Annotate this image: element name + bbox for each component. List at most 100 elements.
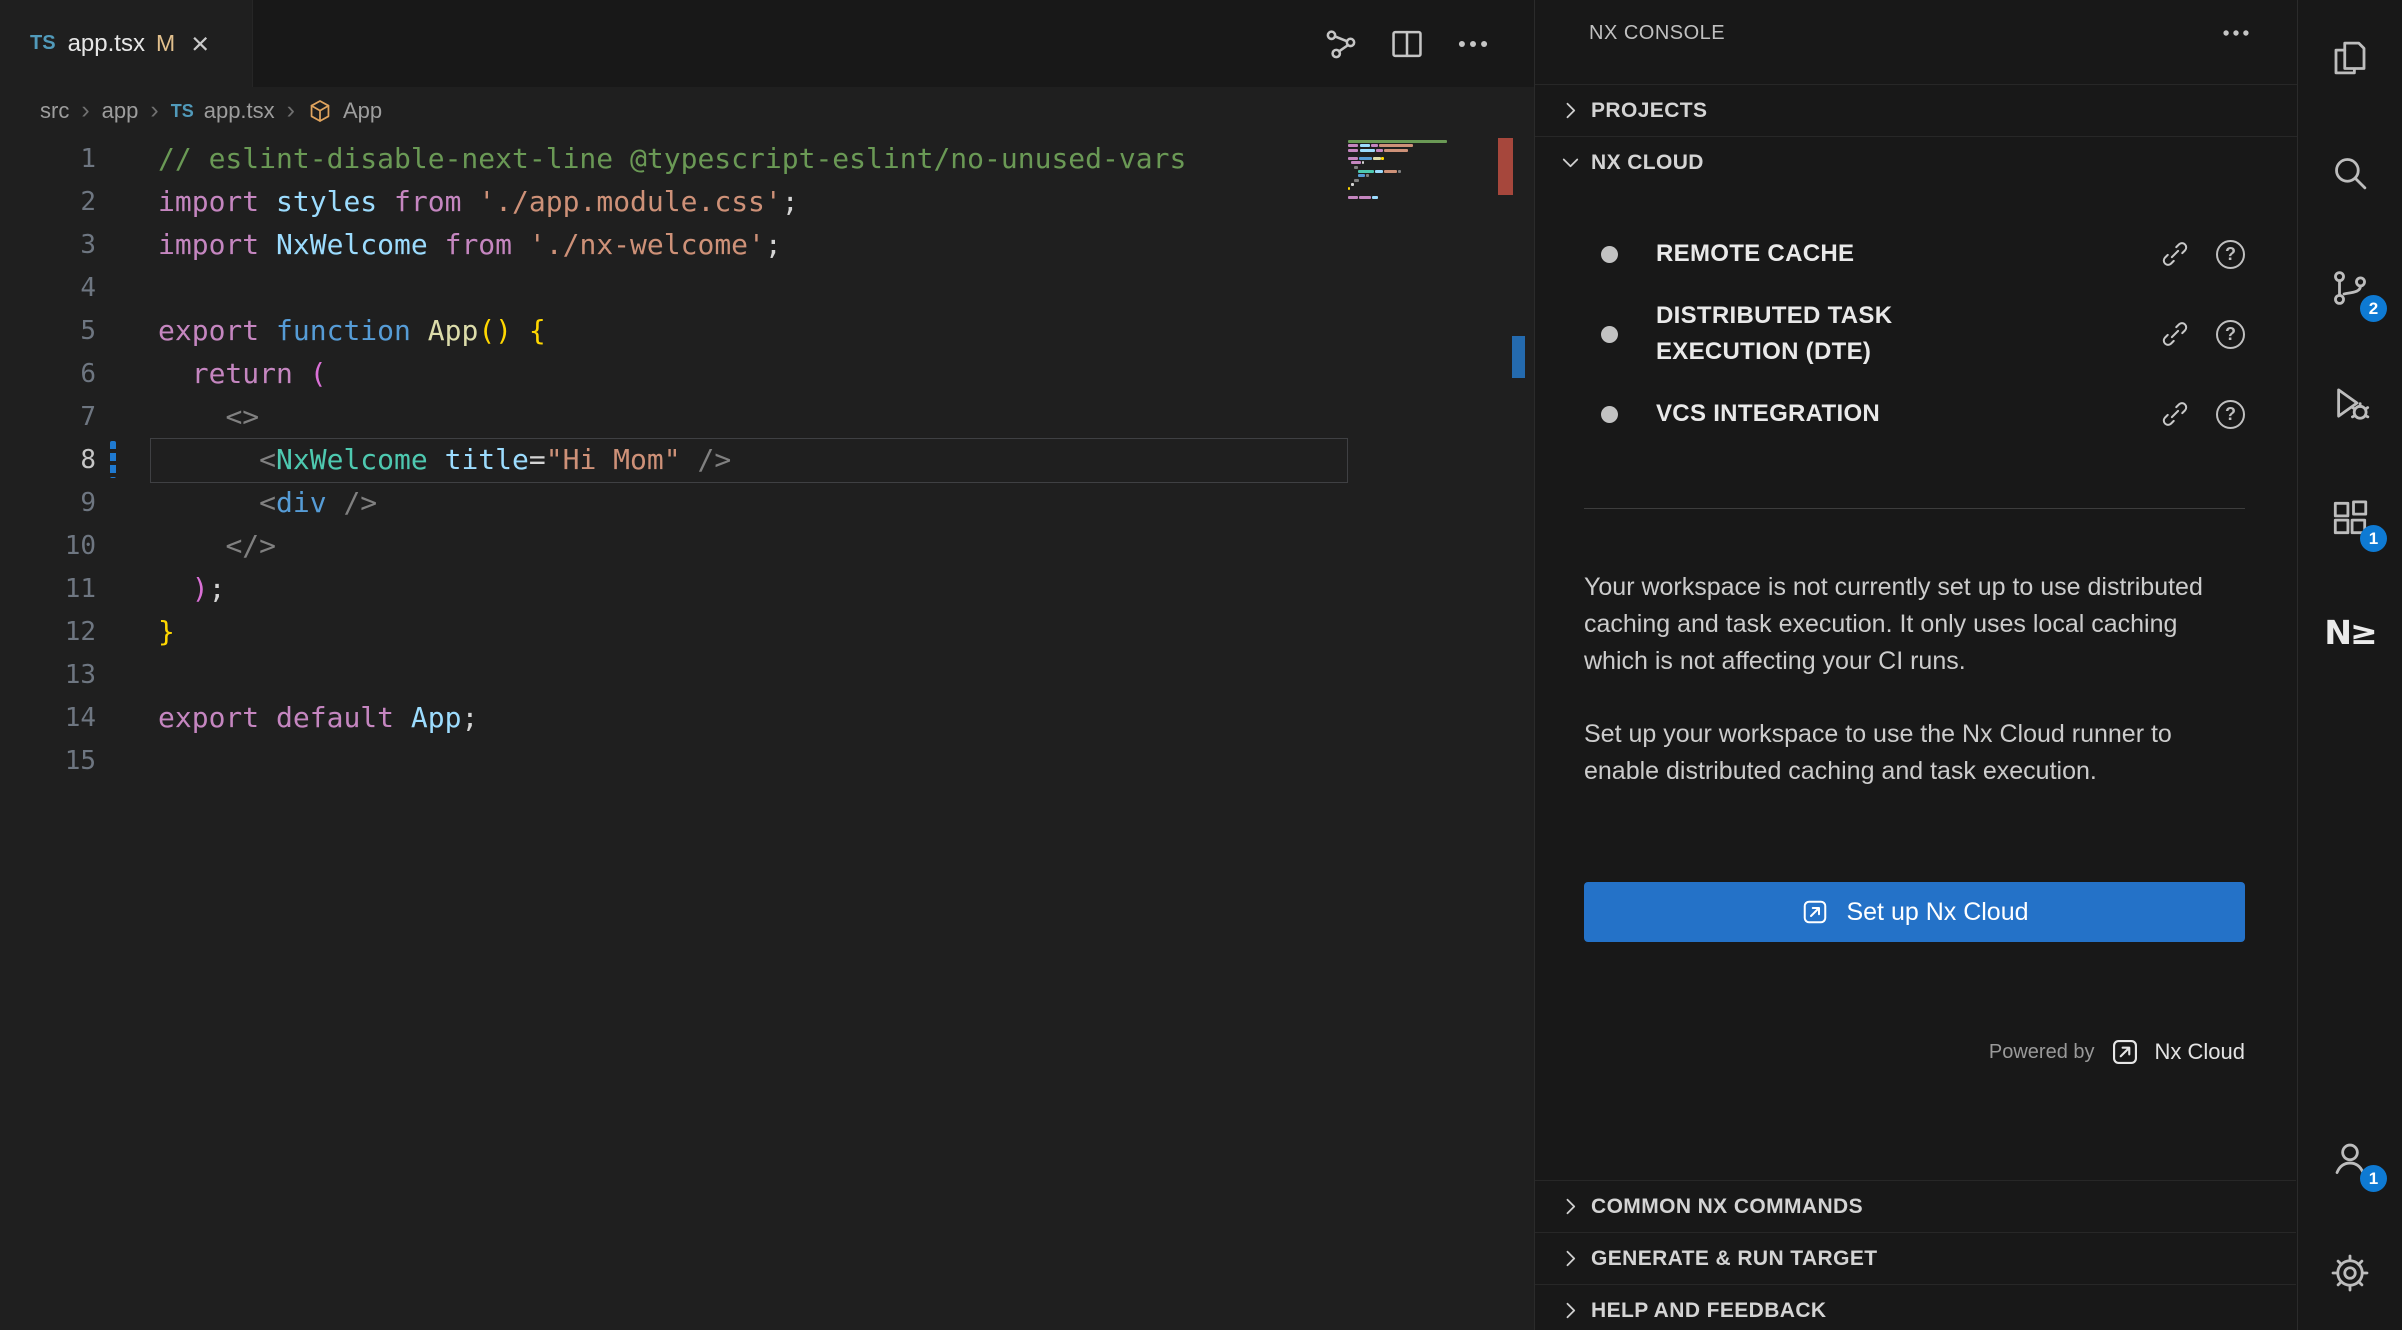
minimap-line [1348, 153, 1498, 156]
gutter [96, 352, 158, 395]
section-projects[interactable]: PROJECTS [1535, 84, 2297, 136]
breadcrumb-item-app-tsx[interactable]: TSapp.tsx [171, 98, 275, 124]
minimap-line [1348, 157, 1498, 160]
code-line-6[interactable]: 6 return ( [0, 352, 1534, 395]
line-number: 15 [0, 746, 96, 776]
breadcrumb-separator: › [150, 96, 158, 125]
section-label: NX CLOUD [1591, 151, 1704, 175]
code-line-10[interactable]: 10 </> [0, 524, 1534, 567]
section-label: GENERATE & RUN TARGET [1591, 1247, 1877, 1271]
section-help-and-feedback[interactable]: HELP AND FEEDBACK [1535, 1284, 2296, 1330]
breadcrumb: src›app›TSapp.tsx›App [0, 87, 1534, 135]
breadcrumb-item-app[interactable]: App [307, 98, 382, 124]
nx-cloud-brand[interactable]: Nx Cloud [2155, 1039, 2245, 1065]
code-area[interactable]: 1 // eslint-disable-next-line @typescript… [0, 135, 1534, 1330]
code-line-12[interactable]: 12} [0, 610, 1534, 653]
activity-item-source-control[interactable]: 2 [2298, 230, 2402, 345]
tab-app-tsx[interactable]: TS app.tsx M × [0, 0, 253, 87]
code-text: // eslint-disable-next-line @typescript-… [158, 142, 1186, 175]
connect-link-icon[interactable] [2160, 319, 2190, 349]
gutter [96, 696, 158, 739]
line-number: 13 [0, 660, 96, 690]
breadcrumb-item-src[interactable]: src [40, 98, 69, 124]
panel-header: NX CONSOLE [1535, 0, 2297, 66]
panel-title: NX CONSOLE [1589, 22, 1725, 45]
gutter [96, 266, 158, 309]
activity-item-settings[interactable] [2298, 1215, 2402, 1330]
help-question-icon[interactable]: ? [2216, 400, 2245, 429]
feature-distributed-task-execution-dte[interactable]: DISTRIBUTED TASK EXECUTION (DTE)? [1584, 298, 2245, 370]
code-line-8[interactable]: 8 <NxWelcome title="Hi Mom" /> [0, 438, 1534, 481]
code-line-9[interactable]: 9 <div /> [0, 481, 1534, 524]
section-nx-cloud[interactable]: NX CLOUD [1535, 136, 2297, 188]
code-text: import NxWelcome from './nx-welcome'; [158, 228, 782, 261]
activity-bar-top: 2 1N≥ [2298, 0, 2402, 690]
workspace-status-text: Your workspace is not currently set up t… [1584, 569, 2245, 680]
gutter [96, 481, 158, 524]
chevron-right-icon [1557, 1297, 1584, 1324]
line-number: 7 [0, 402, 96, 432]
section-common-nx-commands[interactable]: COMMON NX COMMANDS [1535, 1180, 2296, 1232]
help-question-icon[interactable]: ? [2216, 320, 2245, 349]
code-line-13[interactable]: 13 [0, 653, 1534, 696]
connect-link-icon[interactable] [2160, 239, 2190, 269]
activity-item-accounts[interactable]: 1 [2298, 1100, 2402, 1215]
breadcrumb-item-app[interactable]: app [102, 98, 139, 124]
code-line-5[interactable]: 5export function App() { [0, 309, 1534, 352]
code-text: <> [158, 400, 259, 433]
breadcrumb-label: app [102, 98, 139, 124]
chevron-right-icon [1557, 1193, 1584, 1220]
minimap-line [1348, 200, 1498, 203]
line-number: 12 [0, 617, 96, 647]
activity-bar-bottom: 1 [2298, 1100, 2402, 1330]
nx-cloud-content: REMOTE CACHE? DISTRIBUTED TASK EXECUTION … [1584, 226, 2245, 1068]
help-question-icon[interactable]: ? [2216, 240, 2245, 269]
gutter [96, 223, 158, 266]
editor-region: TS app.tsx M × src›app›TSapp.tsx›App 1//… [0, 0, 1535, 1330]
panel-more-actions-icon[interactable] [2219, 16, 2253, 50]
run-and-debug-icon [2329, 382, 2371, 424]
code-line-1[interactable]: 1 // eslint-disable-next-line @typescript… [0, 137, 1534, 180]
split-editor-icon[interactable] [1388, 25, 1426, 63]
tab-bar: TS app.tsx M × [0, 0, 1534, 87]
breadcrumb-separator: › [287, 96, 295, 125]
close-tab-icon[interactable]: × [191, 28, 209, 59]
code-text: } [158, 615, 175, 648]
line-number: 1 [0, 144, 96, 174]
status-dot-icon [1601, 406, 1618, 423]
code-text: return ( [158, 357, 327, 390]
setup-nx-cloud-button[interactable]: Set up Nx Cloud [1584, 882, 2245, 942]
minimap[interactable] [1348, 140, 1498, 204]
code-line-3[interactable]: 3import NxWelcome from './nx-welcome'; [0, 223, 1534, 266]
code-line-4[interactable]: 4 [0, 266, 1534, 309]
tab-title: app.tsx [68, 30, 145, 58]
activity-item-run-and-debug[interactable] [2298, 345, 2402, 460]
typescript-file-icon: TS [171, 101, 194, 122]
feature-remote-cache[interactable]: REMOTE CACHE? [1584, 226, 2245, 282]
gutter [96, 610, 158, 653]
code-line-7[interactable]: 7 <> [0, 395, 1534, 438]
powered-by-label: Powered by [1989, 1041, 2095, 1064]
settings-icon [2329, 1252, 2371, 1294]
badge-count: 1 [2360, 1165, 2387, 1192]
feature-vcs-integration[interactable]: VCS INTEGRATION? [1584, 386, 2245, 442]
activity-item-search[interactable] [2298, 115, 2402, 230]
activity-item-explorer[interactable] [2298, 0, 2402, 115]
nx-cloud-logo-icon[interactable] [2109, 1036, 2141, 1068]
code-line-2[interactable]: 2import styles from './app.module.css'; [0, 180, 1534, 223]
more-actions-icon[interactable] [1454, 25, 1492, 63]
feature-label: DISTRIBUTED TASK EXECUTION (DTE) [1656, 298, 2016, 370]
gutter [96, 395, 158, 438]
activity-item-extensions[interactable]: 1 [2298, 460, 2402, 575]
code-line-14[interactable]: 14export default App; [0, 696, 1534, 739]
activity-item-nx-console[interactable]: N≥ [2298, 575, 2402, 690]
section-label: HELP AND FEEDBACK [1591, 1299, 1826, 1323]
source-control-graph-icon[interactable] [1322, 25, 1360, 63]
gutter [96, 567, 158, 610]
section-label: PROJECTS [1591, 99, 1707, 123]
badge-count: 2 [2360, 295, 2387, 322]
connect-link-icon[interactable] [2160, 399, 2190, 429]
code-line-15[interactable]: 15 [0, 739, 1534, 782]
section-generate-run-target[interactable]: GENERATE & RUN TARGET [1535, 1232, 2296, 1284]
code-line-11[interactable]: 11 ); [0, 567, 1534, 610]
